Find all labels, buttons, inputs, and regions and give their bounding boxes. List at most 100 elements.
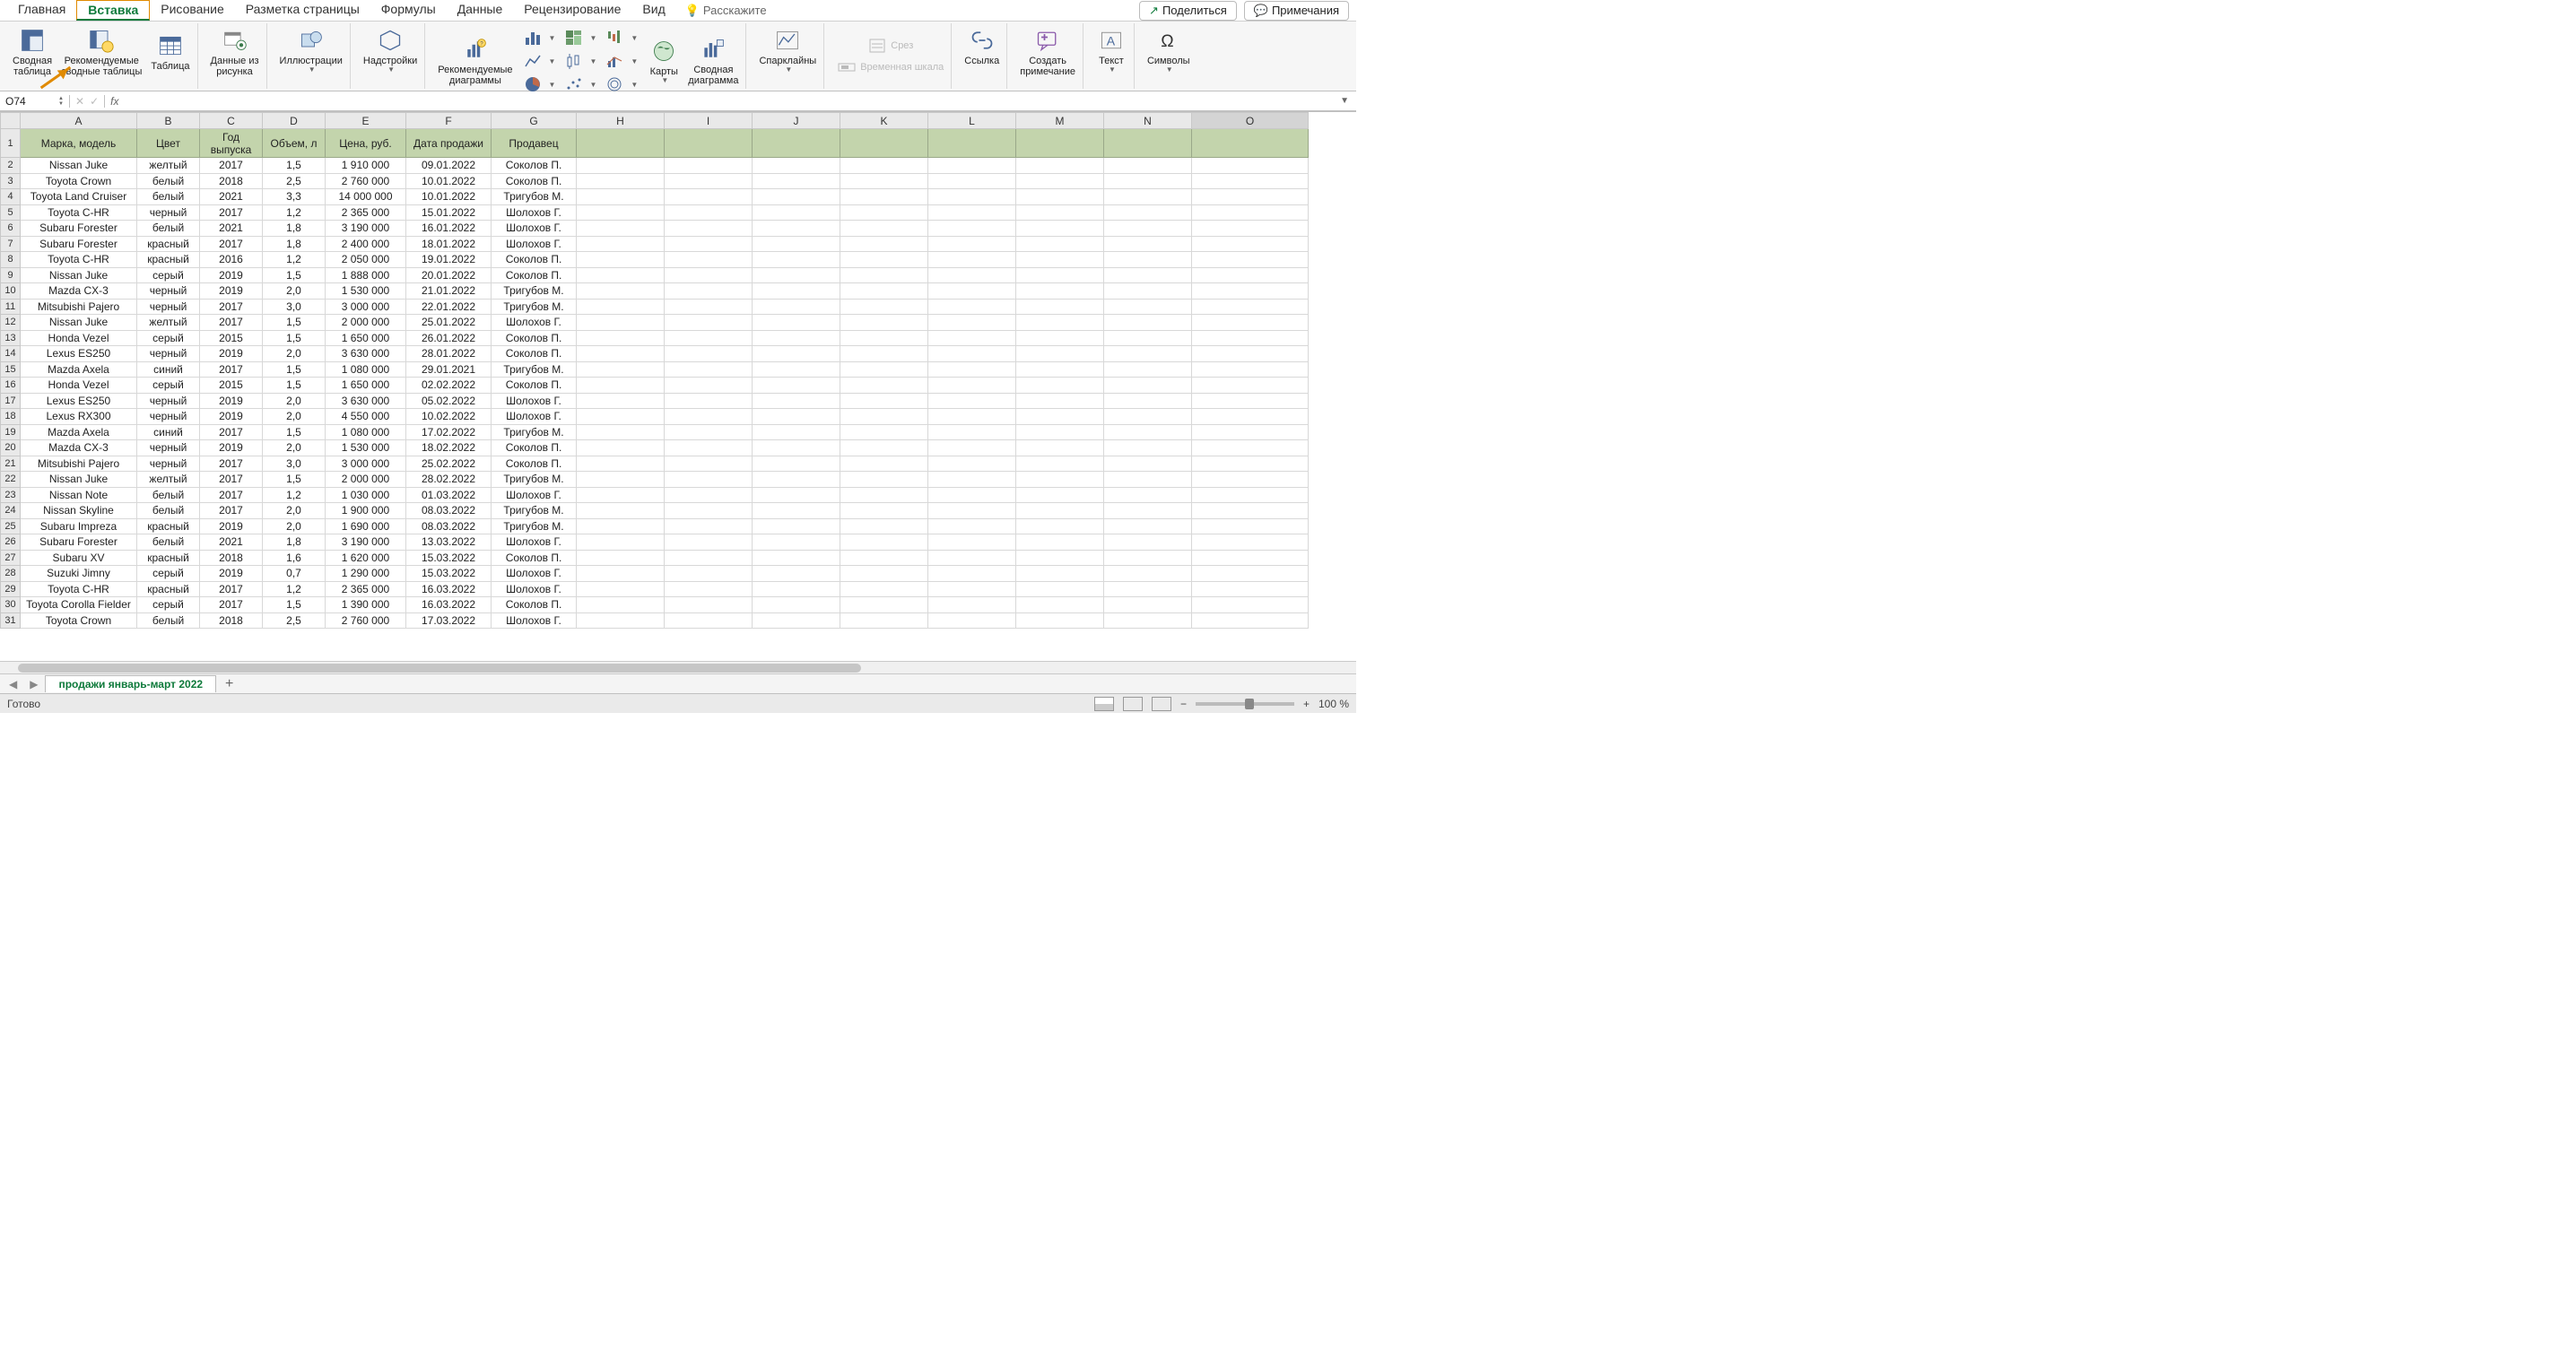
cell-N29[interactable] <box>1104 581 1192 597</box>
cell-D21[interactable]: 3,0 <box>263 456 326 472</box>
cell-L22[interactable] <box>928 472 1016 488</box>
pivot-table-button[interactable]: Сводная таблица <box>9 25 56 79</box>
cell-A9[interactable]: Nissan Juke <box>21 267 137 283</box>
cell-N27[interactable] <box>1104 550 1192 566</box>
cell-M25[interactable] <box>1016 518 1104 534</box>
cell-L28[interactable] <box>928 566 1016 582</box>
cell-N22[interactable] <box>1104 472 1192 488</box>
cell-A27[interactable]: Subaru XV <box>21 550 137 566</box>
cell-B18[interactable]: черный <box>137 409 200 425</box>
cell-L25[interactable] <box>928 518 1016 534</box>
row-header-8[interactable]: 8 <box>1 252 21 268</box>
cell-O6[interactable] <box>1192 221 1309 237</box>
table-button[interactable]: Таблица <box>147 25 193 79</box>
cell-B1[interactable]: Цвет <box>137 129 200 158</box>
illustrations-button[interactable]: Иллюстрации▼ <box>276 25 346 76</box>
cell-A20[interactable]: Mazda CX-3 <box>21 440 137 456</box>
cell-O30[interactable] <box>1192 597 1309 613</box>
cell-F20[interactable]: 18.02.2022 <box>406 440 492 456</box>
cell-B9[interactable]: серый <box>137 267 200 283</box>
row-header-9[interactable]: 9 <box>1 267 21 283</box>
cell-G20[interactable]: Соколов П. <box>492 440 577 456</box>
cell-I6[interactable] <box>665 221 753 237</box>
text-button[interactable]: A Текст▼ <box>1092 25 1130 76</box>
cell-I28[interactable] <box>665 566 753 582</box>
cell-J9[interactable] <box>753 267 840 283</box>
cell-J11[interactable] <box>753 299 840 315</box>
cell-K8[interactable] <box>840 252 928 268</box>
cell-I3[interactable] <box>665 173 753 189</box>
cell-F8[interactable]: 19.01.2022 <box>406 252 492 268</box>
cell-I30[interactable] <box>665 597 753 613</box>
cell-D19[interactable]: 1,5 <box>263 424 326 440</box>
cell-M9[interactable] <box>1016 267 1104 283</box>
cell-L4[interactable] <box>928 189 1016 205</box>
cell-O3[interactable] <box>1192 173 1309 189</box>
cell-M17[interactable] <box>1016 393 1104 409</box>
cell-H1[interactable] <box>577 129 665 158</box>
cell-G18[interactable]: Шолохов Г. <box>492 409 577 425</box>
cell-N1[interactable] <box>1104 129 1192 158</box>
cell-C1[interactable]: Год выпуска <box>200 129 263 158</box>
cell-O28[interactable] <box>1192 566 1309 582</box>
pivot-chart-button[interactable]: Сводная диаграмма <box>684 25 742 97</box>
cell-M2[interactable] <box>1016 158 1104 174</box>
cell-G19[interactable]: Тригубов М. <box>492 424 577 440</box>
cell-L17[interactable] <box>928 393 1016 409</box>
cell-O21[interactable] <box>1192 456 1309 472</box>
cell-K5[interactable] <box>840 204 928 221</box>
cell-M19[interactable] <box>1016 424 1104 440</box>
row-header-26[interactable]: 26 <box>1 534 21 551</box>
cell-G6[interactable]: Шолохов Г. <box>492 221 577 237</box>
cell-B30[interactable]: серый <box>137 597 200 613</box>
cell-B21[interactable]: черный <box>137 456 200 472</box>
menu-tab-рецензирование[interactable]: Рецензирование <box>513 0 631 21</box>
cell-E7[interactable]: 2 400 000 <box>326 236 406 252</box>
cell-F7[interactable]: 18.01.2022 <box>406 236 492 252</box>
cell-I8[interactable] <box>665 252 753 268</box>
cell-A16[interactable]: Honda Vezel <box>21 378 137 394</box>
cell-F29[interactable]: 16.03.2022 <box>406 581 492 597</box>
cell-E19[interactable]: 1 080 000 <box>326 424 406 440</box>
cell-I24[interactable] <box>665 503 753 519</box>
cell-A11[interactable]: Mitsubishi Pajero <box>21 299 137 315</box>
cell-L12[interactable] <box>928 315 1016 331</box>
cell-H20[interactable] <box>577 440 665 456</box>
cell-C19[interactable]: 2017 <box>200 424 263 440</box>
cell-F14[interactable]: 28.01.2022 <box>406 346 492 362</box>
cell-D24[interactable]: 2,0 <box>263 503 326 519</box>
cell-A25[interactable]: Subaru Impreza <box>21 518 137 534</box>
cell-K25[interactable] <box>840 518 928 534</box>
cell-E13[interactable]: 1 650 000 <box>326 330 406 346</box>
cell-F13[interactable]: 26.01.2022 <box>406 330 492 346</box>
cell-F5[interactable]: 15.01.2022 <box>406 204 492 221</box>
tab-nav-prev[interactable]: ◀ <box>4 678 22 691</box>
cell-C21[interactable]: 2017 <box>200 456 263 472</box>
row-header-25[interactable]: 25 <box>1 518 21 534</box>
comments-button[interactable]: 💬 Примечания <box>1244 1 1349 21</box>
cell-G25[interactable]: Тригубов М. <box>492 518 577 534</box>
cell-L9[interactable] <box>928 267 1016 283</box>
cell-J13[interactable] <box>753 330 840 346</box>
cell-G14[interactable]: Соколов П. <box>492 346 577 362</box>
cell-F3[interactable]: 10.01.2022 <box>406 173 492 189</box>
cell-I20[interactable] <box>665 440 753 456</box>
cell-B19[interactable]: синий <box>137 424 200 440</box>
cell-M3[interactable] <box>1016 173 1104 189</box>
cell-I18[interactable] <box>665 409 753 425</box>
cell-L31[interactable] <box>928 612 1016 629</box>
cell-O24[interactable] <box>1192 503 1309 519</box>
cell-F22[interactable]: 28.02.2022 <box>406 472 492 488</box>
cell-K9[interactable] <box>840 267 928 283</box>
cell-E8[interactable]: 2 050 000 <box>326 252 406 268</box>
row-header-24[interactable]: 24 <box>1 503 21 519</box>
row-header-6[interactable]: 6 <box>1 221 21 237</box>
cell-G13[interactable]: Соколов П. <box>492 330 577 346</box>
cell-M28[interactable] <box>1016 566 1104 582</box>
cell-O1[interactable] <box>1192 129 1309 158</box>
cell-N30[interactable] <box>1104 597 1192 613</box>
cell-O18[interactable] <box>1192 409 1309 425</box>
cell-J25[interactable] <box>753 518 840 534</box>
cell-A30[interactable]: Toyota Corolla Fielder <box>21 597 137 613</box>
cell-G12[interactable]: Шолохов Г. <box>492 315 577 331</box>
